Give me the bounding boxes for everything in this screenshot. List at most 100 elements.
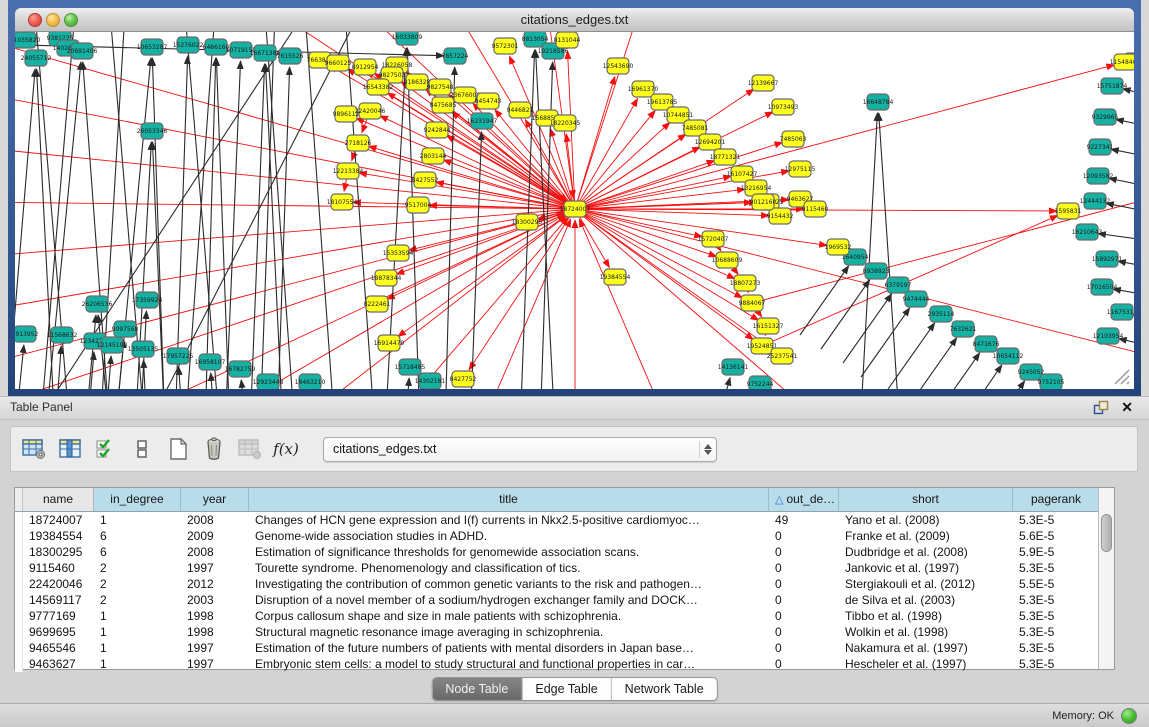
cell-in_degree[interactable]: 2 — [94, 560, 181, 576]
graph-edge[interactable] — [205, 58, 216, 389]
table-settings-icon[interactable] — [19, 434, 49, 464]
cell-year[interactable]: 2003 — [181, 592, 249, 608]
graph-node[interactable]: 9446821 — [507, 102, 534, 118]
graph-node[interactable]: 8475685 — [430, 97, 457, 113]
graph-edge[interactable] — [575, 161, 715, 209]
cell-short[interactable]: Hescheler et al. (1997) — [839, 656, 1013, 672]
graph-edge[interactable] — [15, 345, 24, 389]
cell-pagerank[interactable]: 5.3E-5 — [1013, 656, 1100, 672]
table-row[interactable]: 977716911998Corpus callosum shape and si… — [15, 608, 1114, 624]
graph-node[interactable]: 17957225 — [163, 348, 194, 364]
graph-node[interactable]: 8938923 — [863, 263, 890, 279]
graph-node[interactable]: 7615526 — [277, 48, 304, 64]
tab-edge-table[interactable]: Edge Table — [521, 678, 610, 700]
graph-node[interactable]: 26053346 — [137, 123, 168, 139]
graph-node[interactable]: 8454743 — [475, 93, 502, 109]
graph-node[interactable]: 11548408 — [1110, 54, 1134, 70]
function-builder-icon[interactable]: f(x) — [271, 434, 301, 464]
cell-title[interactable]: Genome-wide association studies in ADHD. — [249, 528, 769, 544]
row-height-icon[interactable] — [127, 434, 157, 464]
graph-node[interactable]: 12103954 — [1093, 328, 1124, 344]
graph-node[interactable]: 1595831 — [1055, 203, 1082, 219]
graph-edge[interactable] — [1098, 233, 1134, 244]
table-row[interactable]: 1938455462009Genome-wide association stu… — [15, 528, 1114, 544]
cell-short[interactable]: Stergiakouli et al. (2012) — [839, 576, 1013, 592]
graph-node[interactable]: 11568632 — [47, 327, 78, 343]
cell-in_degree[interactable]: 1 — [94, 608, 181, 624]
graph-node[interactable]: 2803144 — [420, 148, 447, 164]
graph-edge[interactable] — [305, 32, 335, 389]
graph-edge[interactable] — [1123, 89, 1134, 102]
cell-out_degree[interactable]: 0 — [769, 640, 839, 656]
cell-year[interactable]: 1997 — [181, 560, 249, 576]
cell-short[interactable]: Franke et al. (2009) — [839, 528, 1013, 544]
graph-node[interactable]: 8912954 — [352, 59, 379, 75]
select-rows-icon[interactable] — [91, 434, 121, 464]
cell-out_degree[interactable]: 0 — [769, 576, 839, 592]
column-header-pagerank[interactable]: pagerank — [1013, 488, 1100, 511]
cell-short[interactable]: Nakamura et al. (1997) — [839, 640, 1013, 656]
graph-edge[interactable] — [15, 202, 575, 209]
graph-edge[interactable] — [396, 209, 575, 274]
graph-node[interactable]: 15718485 — [395, 359, 426, 375]
graph-node[interactable]: 9115460 — [802, 201, 829, 217]
graph-edge[interactable] — [175, 56, 188, 389]
graph-node[interactable]: 18463210 — [295, 374, 326, 389]
cell-title[interactable]: Tourette syndrome. Phenomenology and cla… — [249, 560, 769, 576]
tab-node-table[interactable]: Node Table — [432, 678, 521, 700]
cell-title[interactable]: Investigating the contribution of common… — [249, 576, 769, 592]
cell-year[interactable]: 1997 — [181, 656, 249, 672]
graph-node[interactable]: 2935114 — [928, 306, 955, 322]
graph-node[interactable]: 14302181 — [415, 373, 446, 389]
graph-node[interactable]: 9517004 — [405, 197, 432, 213]
graph-edge[interactable] — [976, 381, 1025, 389]
graph-edge[interactable] — [908, 338, 957, 389]
graph-edge[interactable] — [1109, 178, 1134, 192]
graph-edge[interactable] — [575, 209, 1134, 362]
graph-edge[interactable] — [405, 378, 409, 389]
cell-out_degree[interactable]: 0 — [769, 560, 839, 576]
resize-grip[interactable] — [1115, 370, 1129, 384]
graph-node[interactable]: 1969532 — [825, 239, 852, 255]
cell-year[interactable]: 2012 — [181, 576, 249, 592]
cell-name[interactable]: 9777169 — [23, 608, 94, 624]
graph-node[interactable]: 12975115 — [785, 161, 816, 177]
graph-node[interactable]: 3913952 — [15, 326, 39, 342]
cell-year[interactable]: 1997 — [181, 640, 249, 656]
graph-node[interactable]: 14136141 — [718, 359, 749, 375]
graph-node[interactable]: 16543382 — [363, 79, 394, 95]
graph-edge[interactable] — [953, 365, 1002, 389]
graph-edge[interactable] — [861, 308, 910, 377]
cell-year[interactable]: 1998 — [181, 608, 249, 624]
graph-edge[interactable] — [241, 380, 247, 389]
graph-node[interactable]: 12923448 — [253, 374, 284, 389]
graph-node[interactable]: 15892971 — [1092, 251, 1123, 267]
graph-node[interactable]: 9227341 — [1087, 139, 1114, 155]
graph-node[interactable]: 9752105 — [1038, 374, 1065, 389]
graph-node[interactable]: 10973493 — [768, 99, 799, 115]
graph-edge[interactable] — [575, 111, 655, 209]
graph-node[interactable]: 18807273 — [730, 275, 761, 291]
graph-node[interactable]: 17359924 — [132, 292, 163, 308]
graph-node[interactable]: 19384554 — [600, 269, 631, 285]
cell-name[interactable]: 9699695 — [23, 624, 94, 640]
graph-node[interactable]: 8131044 — [554, 32, 581, 48]
graph-edge[interactable] — [575, 209, 717, 257]
table-row[interactable]: 946362711997Embryonic stem cells: a mode… — [15, 656, 1114, 672]
float-panel-icon[interactable] — [1093, 400, 1109, 420]
graph-node[interactable]: 15353594 — [383, 245, 414, 261]
graph-edge[interactable] — [800, 266, 849, 335]
graph-node[interactable]: 15720407 — [698, 231, 729, 247]
cell-in_degree[interactable]: 6 — [94, 528, 181, 544]
cell-in_degree[interactable]: 1 — [94, 640, 181, 656]
graph-node[interactable]: 13505135 — [128, 341, 159, 357]
cell-in_degree[interactable]: 2 — [94, 592, 181, 608]
cell-out_degree[interactable]: 0 — [769, 656, 839, 672]
graph-node[interactable]: 9474444 — [903, 291, 930, 307]
close-panel-icon[interactable]: ✕ — [1121, 399, 1133, 416]
graph-node[interactable]: 9884067 — [739, 295, 766, 311]
graph-node[interactable]: 18878344 — [371, 270, 402, 286]
graph-edge[interactable] — [225, 61, 241, 389]
cell-in_degree[interactable]: 2 — [94, 576, 181, 592]
graph-node[interactable]: 12145190 — [97, 337, 128, 353]
